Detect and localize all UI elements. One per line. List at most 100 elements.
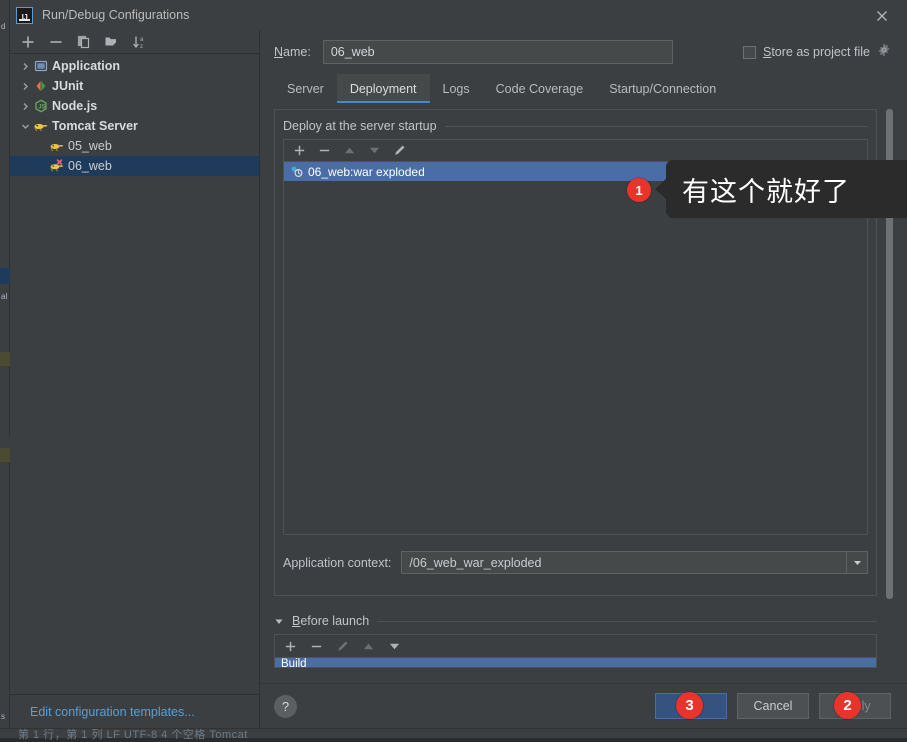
- deploy-list-toolbar: [284, 140, 867, 162]
- ide-gutter-chip-1: [0, 268, 10, 284]
- svg-text:a: a: [140, 37, 144, 43]
- annotation-badge-2: 2: [834, 692, 861, 719]
- deploy-section-title: Deploy at the server startup: [283, 119, 437, 133]
- ide-gutter-chip-4: [0, 448, 10, 462]
- application-icon: [32, 59, 50, 73]
- store-as-project-file-checkbox[interactable]: [743, 46, 756, 59]
- sidebar-item-label: Tomcat Server: [52, 119, 138, 133]
- add-configuration-button[interactable]: [20, 34, 36, 50]
- section-divider: [445, 126, 868, 127]
- configurations-sidebar: a z Application: [10, 30, 260, 728]
- ide-gutter-text-al: al: [1, 292, 7, 301]
- sidebar-item-tomcat-server[interactable]: Tomcat Server: [10, 116, 259, 136]
- sidebar-item-label: Node.js: [52, 99, 97, 113]
- name-input[interactable]: [323, 40, 673, 64]
- edit-configuration-templates-link[interactable]: Edit configuration templates...: [30, 705, 195, 719]
- gear-icon[interactable]: [877, 43, 891, 62]
- annotation-badge-1: 1: [627, 178, 651, 202]
- tab-startup-connection[interactable]: Startup/Connection: [596, 74, 729, 103]
- sidebar-item-label: Application: [52, 59, 120, 73]
- ide-gutter-text-s: s: [1, 712, 5, 721]
- before-launch-section: Before launch: [274, 614, 877, 668]
- store-as-project-file-row[interactable]: Store as project file: [743, 43, 891, 62]
- application-context-row: Application context: /06_web_war_explode…: [283, 551, 868, 574]
- tab-code-coverage[interactable]: Code Coverage: [483, 74, 597, 103]
- intellij-idea-logo-icon: [16, 7, 33, 24]
- configuration-editor-panel: Name: Store as project file Server D: [260, 30, 907, 728]
- edit-task-button[interactable]: [336, 640, 349, 653]
- dialog-body: a z Application: [10, 30, 907, 728]
- sidebar-item-label: JUnit: [52, 79, 83, 93]
- chevron-right-icon[interactable]: [18, 82, 32, 91]
- move-artifact-down-button[interactable]: [368, 144, 381, 157]
- before-launch-toolbar: [275, 635, 876, 658]
- sort-alpha-icon[interactable]: a z: [132, 34, 148, 50]
- before-launch-task-row[interactable]: Build: [275, 658, 876, 668]
- name-row: Name: Store as project file: [260, 30, 907, 74]
- close-icon[interactable]: [873, 7, 891, 25]
- sidebar-item-06-web[interactable]: 06_web: [10, 156, 259, 176]
- move-task-up-button[interactable]: [362, 640, 375, 653]
- add-artifact-button[interactable]: [293, 144, 306, 157]
- application-context-combo[interactable]: /06_web_war_exploded: [401, 551, 868, 574]
- triangle-down-icon[interactable]: [274, 616, 284, 626]
- sidebar-item-label: 06_web: [68, 159, 112, 173]
- sidebar-item-application[interactable]: Application: [10, 56, 259, 76]
- help-button[interactable]: ?: [274, 695, 297, 718]
- ide-status-text: 第 1 行，第 1 列 LF UTF-8 4 个空格 Tomcat: [18, 726, 248, 742]
- sidebar-toolbar: a z: [10, 30, 259, 54]
- sidebar-item-nodejs[interactable]: JS Node.js: [10, 96, 259, 116]
- chevron-down-icon[interactable]: [18, 122, 32, 131]
- chevron-right-icon[interactable]: [18, 102, 32, 111]
- store-as-project-file-label: Store as project file: [763, 45, 870, 59]
- application-context-value[interactable]: /06_web_war_exploded: [402, 556, 846, 570]
- deploy-item-label: 06_web:war exploded: [308, 165, 425, 179]
- tab-logs[interactable]: Logs: [430, 74, 483, 103]
- before-launch-header: Before launch: [274, 614, 877, 628]
- before-launch-box: Build: [274, 634, 877, 668]
- tomcat-run-icon: [48, 139, 66, 153]
- artifact-icon: [289, 165, 304, 178]
- sidebar-item-junit[interactable]: JUnit: [10, 76, 259, 96]
- tab-deployment[interactable]: Deployment: [337, 74, 430, 103]
- nodejs-icon: JS: [32, 99, 50, 113]
- svg-text:z: z: [140, 44, 143, 50]
- copy-icon[interactable]: [76, 34, 92, 50]
- remove-task-button[interactable]: [310, 640, 323, 653]
- edit-artifact-button[interactable]: [393, 144, 406, 157]
- annotation-callout-text: 有这个就好了: [682, 170, 850, 209]
- ide-gutter-text-d: d: [1, 22, 5, 31]
- edit-templates-row: Edit configuration templates...: [10, 694, 259, 728]
- cancel-button[interactable]: Cancel: [737, 693, 809, 719]
- chevron-right-icon[interactable]: [18, 62, 32, 71]
- configurations-tree: Application JUnit: [10, 54, 259, 694]
- remove-configuration-button[interactable]: [48, 34, 64, 50]
- move-task-down-button[interactable]: [388, 640, 401, 653]
- dialog-button-bar: ? OK Cancel Apply: [260, 683, 907, 728]
- tomcat-debug-icon: [48, 159, 66, 173]
- callout-arrow: [655, 178, 667, 200]
- application-context-label: Application context:: [283, 556, 391, 570]
- annotation-badge-3: 3: [676, 692, 703, 719]
- before-launch-task-label: Build: [281, 658, 307, 668]
- ide-left-gutter: d al s: [0, 0, 10, 738]
- configuration-tabs: Server Deployment Logs Code Coverage Sta…: [260, 74, 907, 103]
- chevron-down-icon[interactable]: [846, 552, 867, 573]
- run-debug-configurations-dialog: Run/Debug Configurations: [10, 0, 907, 728]
- tomcat-icon: [32, 119, 50, 133]
- section-divider: [377, 621, 877, 622]
- ide-gutter-chip-3: [0, 352, 10, 366]
- dialog-titlebar: Run/Debug Configurations: [10, 0, 907, 30]
- dialog-title: Run/Debug Configurations: [42, 8, 189, 22]
- move-artifact-up-button[interactable]: [343, 144, 356, 157]
- sidebar-item-05-web[interactable]: 05_web: [10, 136, 259, 156]
- ide-status-bar: 第 1 行，第 1 列 LF UTF-8 4 个空格 Tomcat: [0, 728, 907, 738]
- folder-add-icon[interactable]: [104, 34, 120, 50]
- add-task-button[interactable]: [284, 640, 297, 653]
- remove-artifact-button[interactable]: [318, 144, 331, 157]
- tab-server[interactable]: Server: [274, 74, 337, 103]
- sidebar-item-label: 05_web: [68, 139, 112, 153]
- junit-icon: [32, 79, 50, 93]
- name-label: Name:: [274, 45, 311, 59]
- before-launch-title: Before launch: [292, 614, 369, 628]
